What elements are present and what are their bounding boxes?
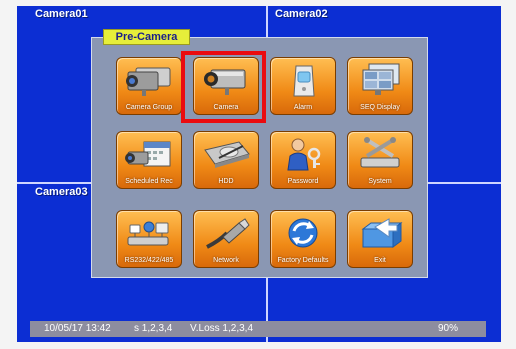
- menu-tile-password[interactable]: Password: [270, 131, 336, 189]
- tile-label: HDD: [218, 178, 234, 185]
- tile-label: Scheduled Rec: [125, 178, 173, 185]
- status-disk-usage: 90%: [438, 323, 459, 334]
- menu-tile-exit[interactable]: Exit: [347, 210, 413, 268]
- camera-group-icon: [117, 60, 181, 99]
- menu-title: Pre-Camera: [103, 29, 190, 45]
- tile-label: Network: [213, 257, 239, 264]
- menu-tile-network[interactable]: Network: [193, 210, 259, 268]
- password-user-icon: [271, 134, 335, 173]
- status-record-channels: s 1,2,3,4: [134, 323, 173, 334]
- status-datetime: 10/05/17 13:42: [44, 323, 111, 334]
- tile-label: Camera Group: [125, 104, 173, 111]
- hdd-icon: [194, 134, 258, 173]
- tile-label: RS232/422/485: [124, 257, 174, 264]
- tile-label: System: [368, 178, 392, 185]
- menu-tile-camera-group[interactable]: Camera Group: [116, 57, 182, 115]
- rs232-devices-icon: [117, 213, 181, 252]
- exit-icon: [348, 213, 412, 252]
- menu-tile-rs232[interactable]: RS232/422/485: [116, 210, 182, 268]
- tile-label: Camera: [213, 104, 239, 111]
- tile-label: SEQ Display: [360, 104, 400, 111]
- menu-tile-seq-display[interactable]: SEQ Display: [347, 57, 413, 115]
- menu-tile-hdd[interactable]: HDD: [193, 131, 259, 189]
- tile-label: Alarm: [293, 104, 313, 111]
- camera-icon: [194, 60, 258, 99]
- camera-label-1: Camera01: [35, 8, 88, 20]
- menu-tile-factory-defaults[interactable]: Factory Defaults: [270, 210, 336, 268]
- tile-label: Password: [287, 178, 319, 185]
- network-cable-icon: [194, 213, 258, 252]
- scheduled-rec-icon: [117, 134, 181, 173]
- menu-tile-alarm[interactable]: Alarm: [270, 57, 336, 115]
- seq-display-icon: [348, 60, 412, 99]
- menu-tile-system[interactable]: System: [347, 131, 413, 189]
- menu-tile-camera[interactable]: Camera: [193, 57, 259, 115]
- menu-tile-scheduled-rec[interactable]: Scheduled Rec: [116, 131, 182, 189]
- status-video-loss: V.Loss 1,2,3,4: [190, 323, 254, 334]
- factory-defaults-icon: [271, 213, 335, 252]
- system-tools-icon: [348, 134, 412, 173]
- tile-label: Exit: [374, 257, 386, 264]
- tile-label: Factory Defaults: [277, 257, 329, 264]
- alarm-sensor-icon: [271, 60, 335, 99]
- camera-label-3: Camera03: [35, 186, 88, 198]
- camera-label-2: Camera02: [275, 8, 328, 20]
- status-bar: 10/05/17 13:42 s 1,2,3,4 V.Loss 1,2,3,4 …: [30, 321, 486, 337]
